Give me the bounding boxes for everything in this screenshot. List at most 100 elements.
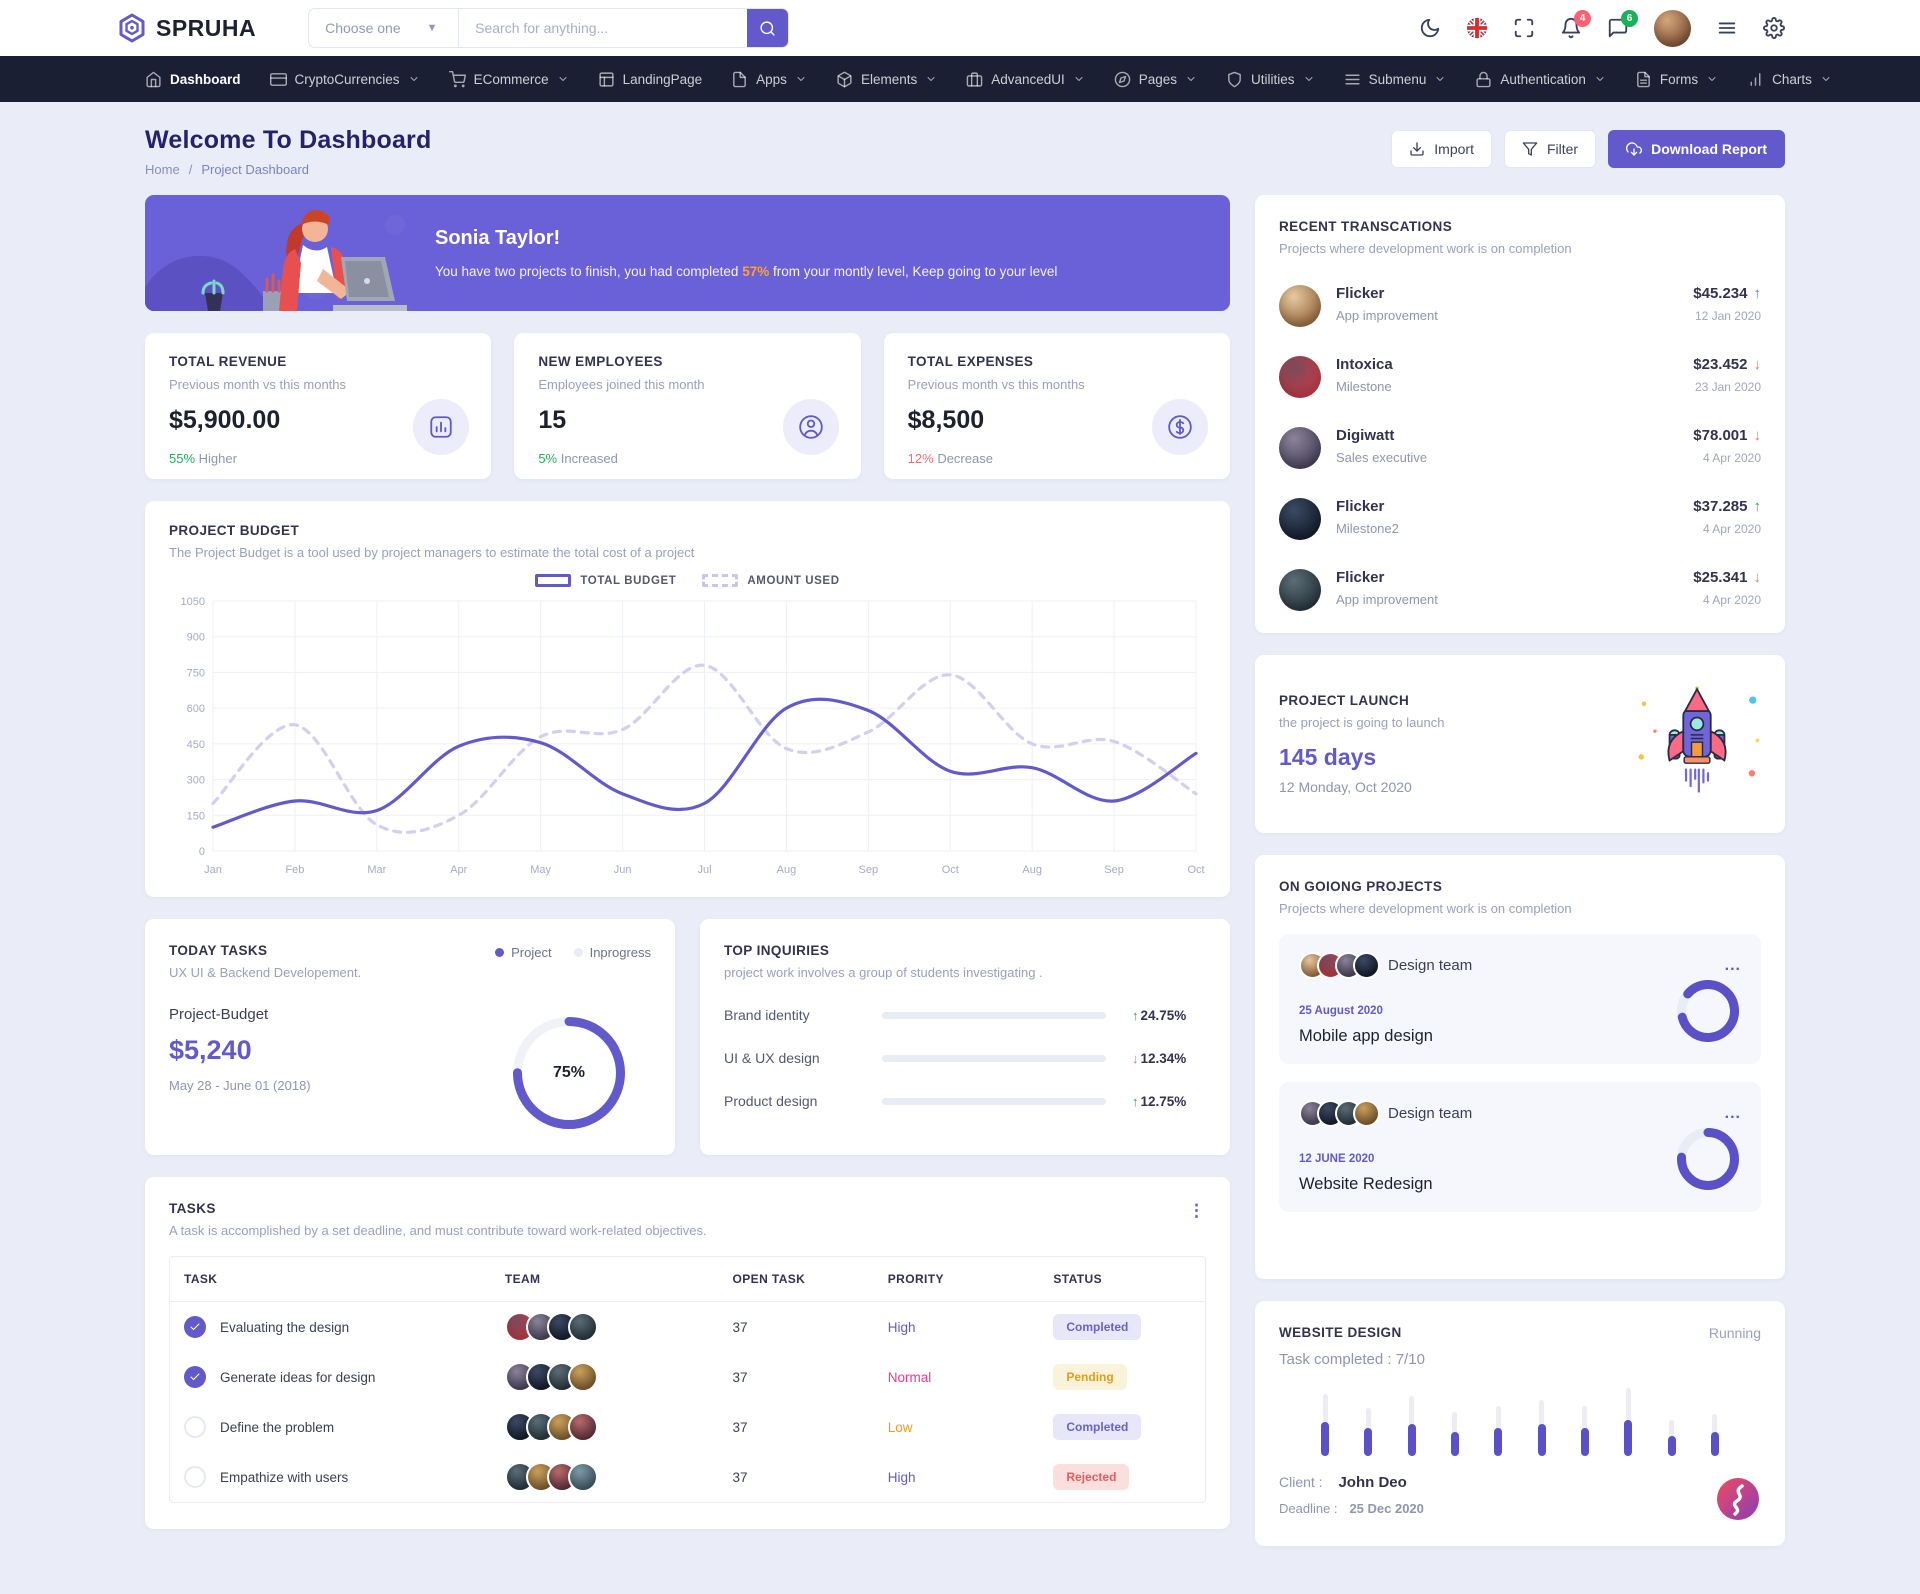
ongoing-project: Design team ... 12 JUNE 2020 Website Red…	[1279, 1082, 1761, 1212]
import-label: Import	[1434, 141, 1474, 157]
search-category-select[interactable]: Choose one ▼	[309, 9, 459, 47]
nav-item-advancedui[interactable]: AdvancedUI	[966, 71, 1085, 88]
chevron-down-icon	[408, 73, 420, 85]
search-input[interactable]	[459, 9, 747, 47]
nav-item-authentication[interactable]: Authentication	[1475, 71, 1606, 88]
chevron-down-icon	[1185, 73, 1197, 85]
nav-item-elements[interactable]: Elements	[836, 71, 937, 88]
settings-gear-icon[interactable]	[1763, 17, 1785, 39]
task-checkbox[interactable]	[184, 1466, 206, 1488]
transaction-date: 4 Apr 2020	[1693, 451, 1761, 465]
fullscreen-icon[interactable]	[1513, 17, 1535, 39]
project-menu-icon[interactable]: ...	[1725, 957, 1741, 975]
nav-item-forms[interactable]: Forms	[1635, 71, 1718, 88]
svg-text:Aug: Aug	[1022, 864, 1042, 876]
chevron-down-icon: ▼	[427, 22, 438, 34]
team-avatars	[505, 1362, 705, 1392]
search-button[interactable]	[747, 9, 788, 47]
nav-item-apps[interactable]: Apps	[731, 71, 807, 88]
today-tasks-subtitle: UX UI & Backend Developement.	[169, 965, 651, 980]
open-task-count: 37	[719, 1352, 874, 1402]
launch-days: 145 days	[1279, 744, 1445, 771]
nav-item-dashboard[interactable]: Dashboard	[145, 71, 241, 88]
avatar	[568, 1362, 598, 1392]
transaction-date: 4 Apr 2020	[1693, 522, 1761, 536]
task-row: Empathize with users 37 High Rejected	[170, 1452, 1205, 1502]
svg-text:300: 300	[187, 775, 205, 787]
nav-item-utilities[interactable]: Utilities	[1226, 71, 1315, 88]
transaction-amount: $25.341↓	[1693, 569, 1761, 586]
column-header: OPEN TASK	[719, 1257, 874, 1302]
dark-mode-icon[interactable]	[1419, 17, 1441, 39]
legend-dot-project	[495, 948, 504, 957]
task-checkbox[interactable]	[184, 1366, 206, 1388]
svg-text:750: 750	[187, 667, 205, 679]
status-badge: Completed	[1053, 1314, 1141, 1340]
file-icon	[731, 71, 748, 88]
avatar	[568, 1412, 598, 1442]
svg-text:Mar: Mar	[367, 864, 386, 876]
nav-item-ecommerce[interactable]: ECommerce	[449, 71, 569, 88]
svg-text:900: 900	[187, 632, 205, 644]
nav-item-pages[interactable]: Pages	[1114, 71, 1197, 88]
nav-item-charts[interactable]: Charts	[1747, 71, 1832, 88]
notifications-count-badge: 4	[1574, 10, 1591, 27]
avatar	[568, 1312, 598, 1342]
arrow-up-icon: ↑	[1132, 1094, 1139, 1109]
welcome-banner: Sonia Taylor! You have two projects to f…	[145, 195, 1230, 311]
cart-icon	[449, 71, 466, 88]
transaction-row: Flicker Milestone2 $37.285↑ 4 Apr 2020	[1279, 498, 1761, 540]
user-avatar[interactable]	[1654, 10, 1691, 47]
tasks-menu-icon[interactable]: ⋮	[1188, 1201, 1206, 1221]
website-deadline-row: Deadline : 25 Dec 2020	[1279, 1500, 1761, 1516]
messages-icon[interactable]: 6	[1607, 17, 1629, 39]
notifications-bell-icon[interactable]: 4	[1560, 17, 1582, 39]
column-header: TEAM	[491, 1257, 719, 1302]
import-button[interactable]: Import	[1391, 130, 1492, 168]
task-checkbox[interactable]	[184, 1316, 206, 1338]
svg-text:Jan: Jan	[204, 864, 222, 876]
legend-item: AMOUNT USED	[702, 574, 839, 587]
nav-item-label: Charts	[1772, 72, 1812, 87]
chevron-down-icon	[925, 73, 937, 85]
page-actions: Import Filter Download Report	[1391, 130, 1785, 168]
task-row: Generate ideas for design 37 Normal Pend…	[170, 1352, 1205, 1402]
project-budget-title: PROJECT BUDGET	[169, 523, 1206, 538]
page-content: Welcome To Dashboard Home / Project Dash…	[0, 102, 1920, 1546]
transaction-role: App improvement	[1336, 308, 1438, 323]
nav-item-submenu[interactable]: Submenu	[1344, 71, 1447, 88]
language-flag-icon[interactable]	[1466, 17, 1488, 39]
svg-text:Oct: Oct	[942, 864, 959, 876]
breadcrumb-home[interactable]: Home	[145, 162, 180, 177]
legend-item: TOTAL BUDGET	[535, 574, 676, 587]
transaction-row: Flicker App improvement $25.341↓ 4 Apr 2…	[1279, 569, 1761, 611]
stat-change: 5% Increased	[538, 451, 836, 466]
recent-transactions-title: RECENT TRANSCATIONS	[1279, 219, 1761, 234]
app-logo[interactable]: SPRUHA	[117, 13, 256, 43]
arrow-down-icon: ↓	[1754, 356, 1762, 373]
download-report-button[interactable]: Download Report	[1608, 130, 1785, 168]
project-progress-donut	[1677, 980, 1739, 1042]
logo-text: SPRUHA	[156, 15, 256, 42]
arrow-up-icon: ↑	[1132, 1008, 1139, 1023]
lock-icon	[1475, 71, 1492, 88]
nav-item-label: Submenu	[1369, 72, 1427, 87]
task-checkbox[interactable]	[184, 1416, 206, 1438]
sidebar-toggle-icon[interactable]	[1716, 17, 1738, 39]
filter-icon	[1522, 141, 1538, 157]
nav-item-landingpage[interactable]: LandingPage	[598, 71, 703, 88]
nav-item-cryptocurrencies[interactable]: CryptoCurrencies	[270, 71, 420, 88]
progress-bar	[1538, 1400, 1546, 1456]
open-task-count: 37	[719, 1452, 874, 1502]
task-name: Empathize with users	[220, 1470, 348, 1485]
top-inquiries-title: TOP INQUIRIES	[724, 943, 1206, 958]
page-header: Welcome To Dashboard Home / Project Dash…	[145, 126, 1785, 177]
chevron-down-icon	[1303, 73, 1315, 85]
inquiry-row: Product design ↑12.75%	[724, 1093, 1206, 1109]
project-menu-icon[interactable]: ...	[1725, 1105, 1741, 1123]
spruha-logo-icon	[117, 13, 147, 43]
tasks-subtitle: A task is accomplished by a set deadline…	[169, 1223, 1206, 1238]
chevron-down-icon	[1820, 73, 1832, 85]
file-text-icon	[1635, 71, 1652, 88]
filter-button[interactable]: Filter	[1504, 130, 1596, 168]
